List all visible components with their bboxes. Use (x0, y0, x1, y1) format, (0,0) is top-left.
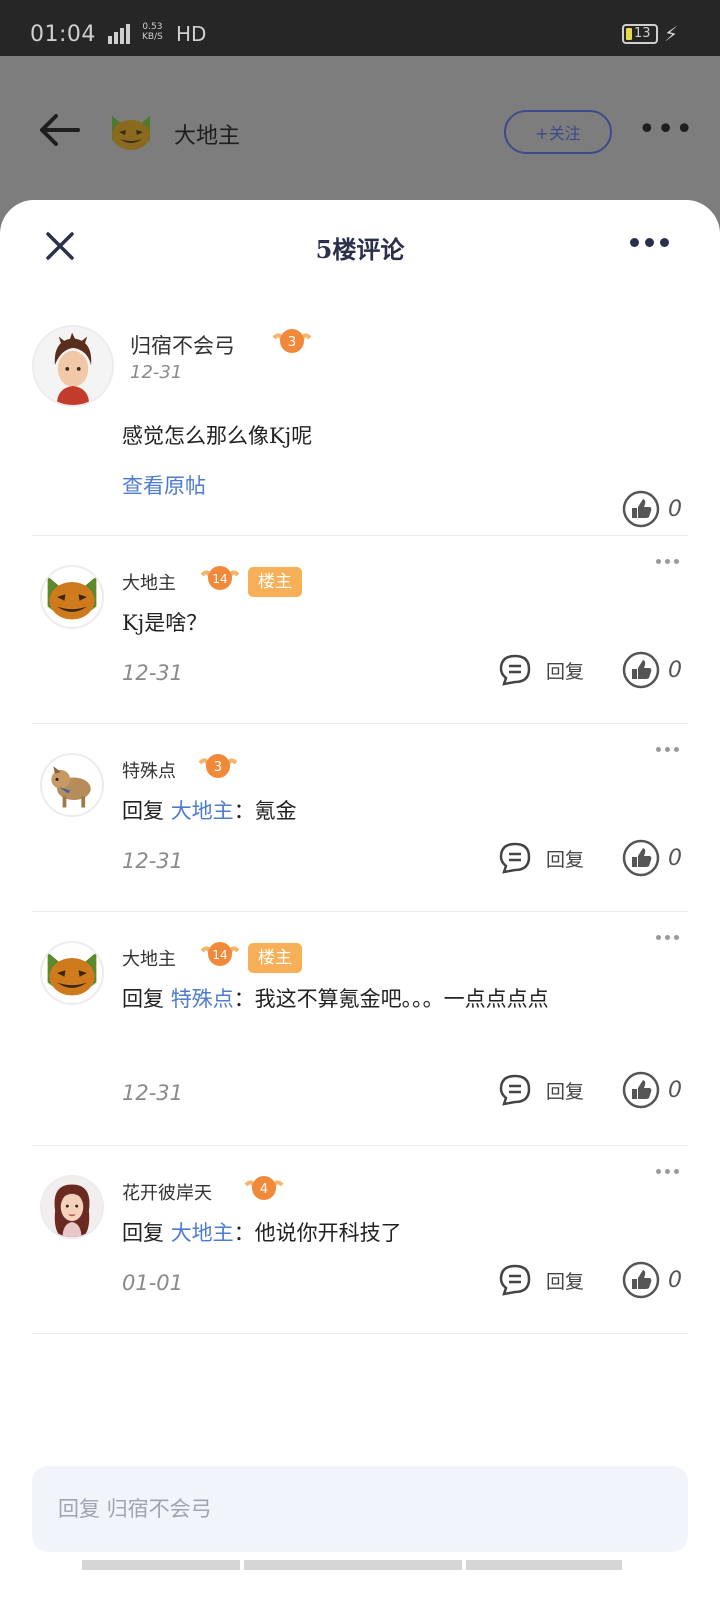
level-badge: 4 (244, 1173, 284, 1203)
reply-date: 12-31 (122, 661, 184, 685)
level-badge: 3 (198, 751, 238, 781)
svg-text:14: 14 (212, 948, 227, 962)
level-badge: 14 (200, 939, 240, 969)
sheet-title: 5楼评论 (315, 235, 405, 264)
username[interactable]: 大地主 (122, 945, 176, 971)
more-options-icon[interactable] (656, 747, 679, 752)
reply-input-box[interactable] (32, 1466, 688, 1552)
follow-button[interactable]: +关注 (504, 110, 612, 154)
username[interactable]: 大地主 (122, 569, 176, 595)
more-options-icon[interactable] (656, 935, 679, 940)
divider (32, 1333, 688, 1334)
header-more-icon[interactable]: ••• (638, 115, 694, 145)
svg-text:3: 3 (214, 760, 222, 775)
battery-level: 13 (634, 26, 651, 41)
username[interactable]: 特殊点 (122, 757, 176, 783)
reply-item: 特殊点 3 回复 大地主：氪金 12-31 回复 0 (0, 723, 720, 911)
username[interactable]: 花开彼岸天 (122, 1179, 212, 1205)
comment-icon (499, 1074, 531, 1106)
reply-button[interactable]: 回复 (498, 1073, 584, 1107)
charging-icon: ⚡ (664, 22, 679, 46)
reply-button[interactable]: 回复 (498, 841, 584, 875)
sheet-more-icon[interactable] (630, 232, 674, 252)
host-badge: 楼主 (248, 943, 302, 973)
comment-date: 12-31 (130, 362, 183, 383)
nav-indicator (244, 1560, 462, 1570)
author-name: 大地主 (174, 124, 241, 149)
thumbs-up-icon (622, 1261, 660, 1299)
reply-date: 12-31 (122, 849, 184, 873)
reply-text: Kj是啥？ (122, 611, 208, 635)
more-options-icon[interactable] (656, 559, 679, 564)
thumbs-up-icon (622, 839, 660, 877)
reply-text: 回复 特殊点：我这不算氪金吧。。。一点点点点 (122, 987, 549, 1011)
comment-sheet: 5楼评论 归宿不会弓 3 12-31 感觉怎么那么像Kj呢 查看原帖 0 大地主… (0, 200, 720, 1600)
avatar[interactable] (40, 941, 104, 1005)
level-badge: 3 (272, 326, 312, 356)
network-speed: 0.53 KB/S (142, 22, 163, 42)
reply-input[interactable] (58, 1497, 662, 1521)
like-button[interactable]: 0 (622, 490, 682, 528)
status-time: 01:04 (30, 22, 96, 47)
reply-date: 01-01 (122, 1271, 184, 1295)
hd-indicator: HD (176, 22, 207, 46)
main-comment: 归宿不会弓 3 12-31 感觉怎么那么像Kj呢 查看原帖 0 (0, 290, 720, 546)
level-badge: 14 (200, 563, 240, 593)
mention-link[interactable]: 大地主 (171, 1221, 234, 1245)
avatar[interactable] (32, 325, 114, 407)
like-button[interactable]: 0 (622, 1261, 682, 1299)
like-button[interactable]: 0 (622, 1071, 682, 1109)
author-avatar[interactable] (108, 110, 154, 152)
reply-item: 大地主 14 楼主 回复 特殊点：我这不算氪金吧。。。一点点点点 12-31 回… (0, 911, 720, 1145)
like-count: 0 (668, 657, 682, 683)
thumbs-up-icon (622, 490, 660, 528)
battery-icon: 13 (622, 24, 658, 44)
view-original-post-link[interactable]: 查看原帖 (122, 470, 206, 500)
comment-icon (499, 654, 531, 686)
nav-indicator (466, 1560, 622, 1570)
comment-icon (499, 1264, 531, 1296)
like-count: 0 (668, 845, 682, 871)
more-options-icon[interactable] (656, 1169, 679, 1174)
reply-text: 回复 大地主：他说你开科技了 (122, 1221, 402, 1245)
host-badge: 楼主 (248, 567, 302, 597)
like-button[interactable]: 0 (622, 839, 682, 877)
back-arrow-icon[interactable] (38, 112, 82, 148)
username[interactable]: 归宿不会弓 (130, 330, 235, 360)
reply-date: 12-31 (122, 1081, 184, 1105)
comment-text: 感觉怎么那么像Kj呢 (122, 424, 313, 448)
avatar[interactable] (40, 1175, 104, 1239)
reply-item: 大地主 14 楼主 Kj是啥？ 12-31 回复 0 (0, 535, 720, 723)
signal-icon (108, 24, 130, 44)
avatar[interactable] (40, 565, 104, 629)
thumbs-up-icon (622, 1071, 660, 1109)
like-button[interactable]: 0 (622, 651, 682, 689)
svg-text:3: 3 (288, 335, 296, 350)
thumbs-up-icon (622, 651, 660, 689)
reply-button[interactable]: 回复 (498, 653, 584, 687)
svg-text:14: 14 (212, 572, 227, 586)
comment-icon (499, 842, 531, 874)
like-count: 0 (668, 496, 682, 522)
reply-item: 花开彼岸天 4 回复 大地主：他说你开科技了 01-01 回复 0 (0, 1145, 720, 1333)
mention-link[interactable]: 大地主 (171, 799, 234, 823)
reply-text: 回复 大地主：氪金 (122, 799, 297, 823)
svg-text:4: 4 (260, 1182, 268, 1197)
avatar[interactable] (40, 753, 104, 817)
nav-indicator (82, 1560, 240, 1570)
status-bar: 01:04 0.53 KB/S HD 13 ⚡ (0, 0, 720, 56)
like-count: 0 (668, 1077, 682, 1103)
reply-button[interactable]: 回复 (498, 1263, 584, 1297)
mention-link[interactable]: 特殊点 (171, 987, 234, 1011)
like-count: 0 (668, 1267, 682, 1293)
